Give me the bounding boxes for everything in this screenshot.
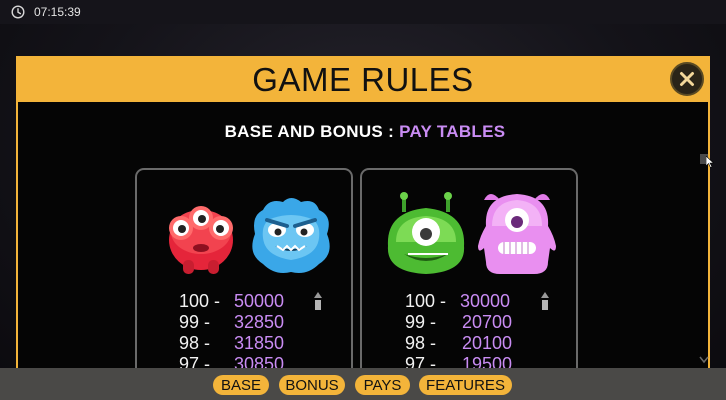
mouse-cursor-icon [706,156,714,168]
green-monster-icon [387,192,465,274]
tab-features[interactable]: FEATURES [419,375,512,395]
tab-pays[interactable]: PAYS [355,375,410,395]
bottom-tab-bar: BASE BONUS PAYS FEATURES [0,368,726,400]
pay-row-1-1: 100 - [179,291,220,311]
pay-amount: 50000 [234,291,285,311]
pay-row-2-3: 98 - [405,333,436,353]
pay-count: 99 - [405,312,437,332]
close-button[interactable] [670,62,704,96]
pay-row-1-2: 99 - [179,312,210,332]
tab-bonus[interactable]: BONUS [279,375,345,395]
pay-amount: 20100 [462,333,513,353]
red-monster-icon [169,206,233,274]
pay-row-1-3: 98 - [179,333,210,353]
pay-amount: 32850 [234,312,285,332]
pay-count: 100 - [179,291,221,311]
pay-count: 98 - [179,333,211,353]
pay-count: 100 - [405,291,447,311]
pink-monster-icon [478,194,556,274]
pay-count: 99 - [179,312,211,332]
modal-title: GAME RULES [252,61,474,98]
modal-header: GAME RULES [16,56,710,102]
pay-amount: 30000 [460,291,511,311]
scroll-up-icon[interactable] [314,292,322,298]
clock-time: 07:15:39 [34,5,81,19]
pay-table-panel-2: 100 - 30000 99 - 20700 98 - 20100 97 - 1… [360,168,578,374]
tab-pays-label: PAYS [363,376,402,394]
pay-table-panel-1: 100 - 50000 99 - 32850 98 - 31850 97 - 3… [135,168,353,374]
status-bar: 07:15:39 [0,0,726,25]
tab-base-label: BASE [220,376,262,394]
outer-scroll-down-icon[interactable] [699,356,709,364]
pay-row-2-2: 99 - [405,312,436,332]
pay-amount: 20700 [462,312,513,332]
pay-amount: 31850 [234,333,285,353]
clock-icon [11,5,25,19]
subtitle-highlight: PAY TABLES [399,122,506,141]
tab-base[interactable]: BASE [213,375,269,395]
subtitle-prefix: BASE AND BONUS : [224,122,395,141]
pay-row-2-1: 100 - [405,291,446,311]
pay-count: 98 - [405,333,437,353]
scroll-up-icon[interactable] [541,292,549,298]
close-icon [680,72,694,86]
scrollbar-thumb[interactable] [542,300,548,310]
section-subtitle: BASE AND BONUS : PAY TABLES [18,122,712,142]
tab-bonus-label: BONUS [285,376,339,394]
scrollbar-thumb[interactable] [315,300,321,310]
blue-monster-icon [252,198,330,273]
tab-features-label: FEATURES [426,376,505,394]
